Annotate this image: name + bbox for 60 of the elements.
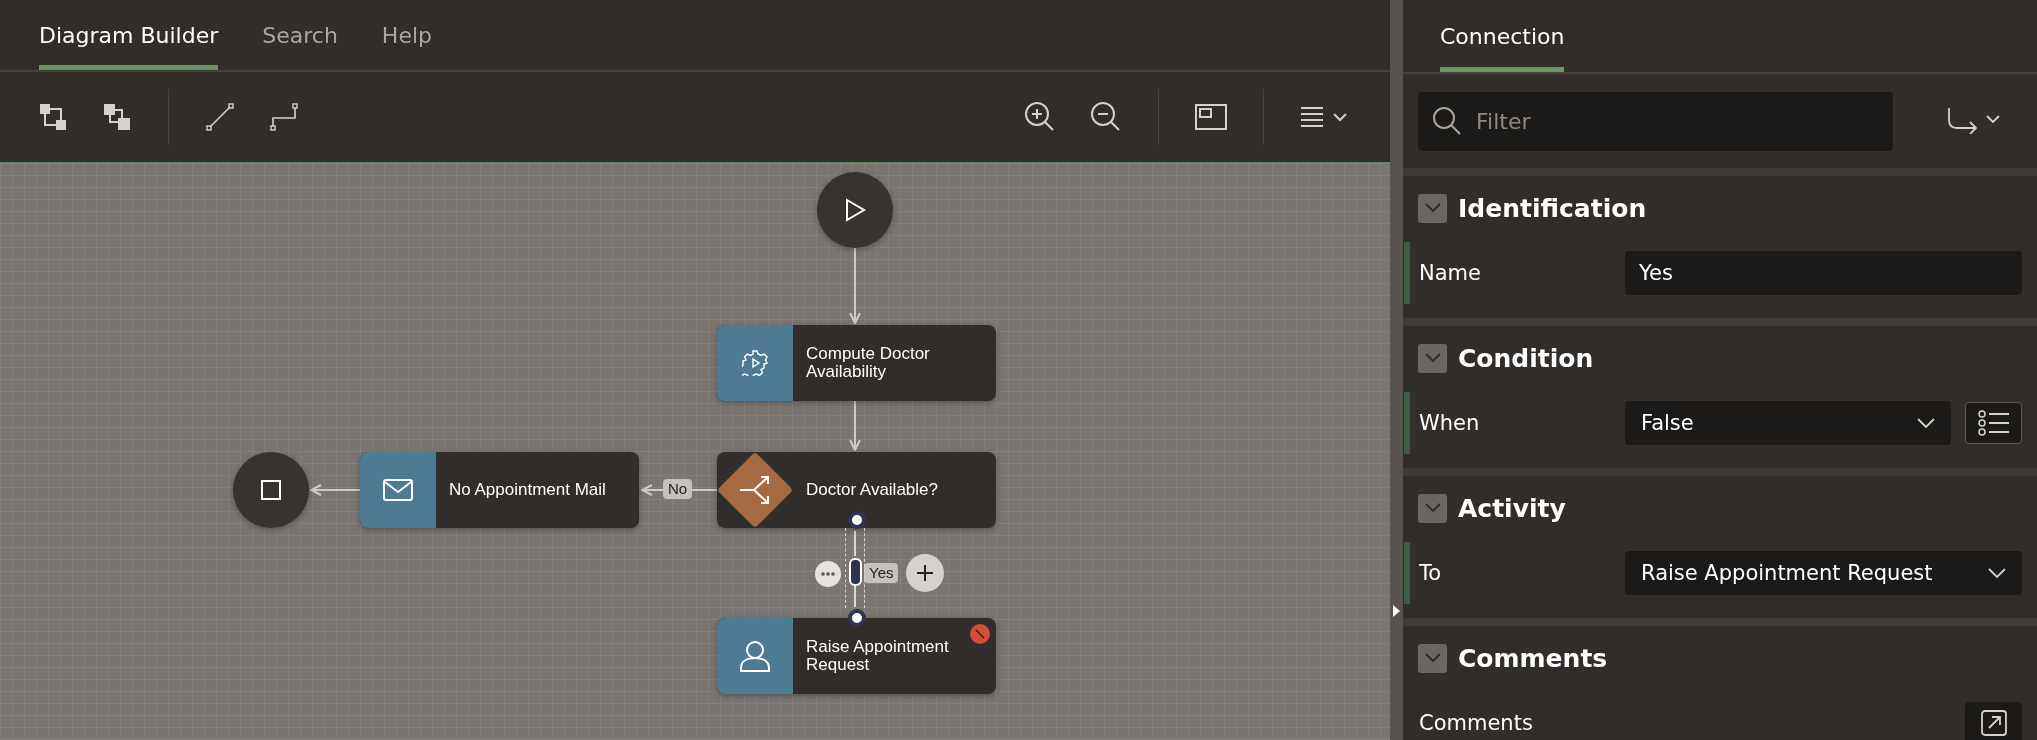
section-title: Identification xyxy=(1458,193,1647,223)
node-label: Compute Doctor Availability xyxy=(806,345,931,381)
chevron-icon xyxy=(1424,203,1441,213)
section-title: Condition xyxy=(1458,343,1594,373)
section-title: Activity xyxy=(1458,493,1566,523)
chevron-icon xyxy=(1424,503,1441,513)
chevron-icon xyxy=(1424,653,1441,663)
chevron-icon xyxy=(1917,418,1935,428)
field-label: When xyxy=(1419,411,1481,435)
select-field[interactable]: Raise Appointment Request xyxy=(1625,551,2022,595)
task-node[interactable]: No Appointment Mail xyxy=(360,452,639,528)
tab[interactable]: Help xyxy=(381,0,432,70)
search-icon xyxy=(1432,105,1462,136)
collapse-toggle[interactable] xyxy=(1418,643,1447,673)
text-field[interactable]: Yes xyxy=(1625,251,2022,295)
gear-icon xyxy=(742,350,768,376)
ellipsis-icon xyxy=(821,572,835,576)
play-icon xyxy=(844,198,866,222)
return-arrow-icon xyxy=(1947,105,2001,134)
connector-arrow[interactable] xyxy=(849,247,861,324)
chevron-icon xyxy=(1424,353,1441,363)
task-node[interactable]: Raise Appointment Request xyxy=(717,618,996,694)
tab[interactable]: Search xyxy=(262,0,338,70)
connector-line[interactable] xyxy=(854,530,856,608)
end-node[interactable] xyxy=(233,452,309,528)
tab[interactable]: Diagram Builder xyxy=(39,0,219,70)
task-node[interactable]: Compute Doctor Availability xyxy=(717,325,996,401)
branch-icon xyxy=(739,475,771,505)
collapse-toggle[interactable] xyxy=(1418,493,1447,523)
connector-label[interactable]: No xyxy=(663,479,693,499)
node-label: Doctor Available? xyxy=(806,481,938,499)
chevron-icon xyxy=(1988,568,2006,578)
node-label: Raise Appointment Request xyxy=(806,638,950,674)
field-label: Comments xyxy=(1419,711,1534,735)
open-external-icon xyxy=(1979,709,2008,737)
drag-handle[interactable] xyxy=(849,558,862,586)
connector-arrow[interactable] xyxy=(849,400,861,451)
person-icon xyxy=(740,640,770,672)
filter-field[interactable]: Filter xyxy=(1418,91,1893,151)
expand-editor-button[interactable] xyxy=(1965,702,2022,740)
field-label: To xyxy=(1419,561,1443,585)
add-button[interactable] xyxy=(906,554,944,592)
plus-icon xyxy=(916,564,934,582)
section-title: Comments xyxy=(1458,643,1608,673)
expand-arrow-icon xyxy=(1393,605,1400,617)
tab[interactable]: Connection xyxy=(1440,0,1565,72)
decision-node[interactable]: Doctor Available? xyxy=(717,452,996,528)
more-button[interactable] xyxy=(815,561,841,587)
connector-label[interactable]: Yes xyxy=(864,563,899,583)
select-field[interactable]: False xyxy=(1625,401,1951,445)
list-icon xyxy=(1977,410,2010,436)
node-label: No Appointment Mail xyxy=(449,481,606,499)
endpoint-handle[interactable] xyxy=(848,609,866,627)
start-node[interactable] xyxy=(817,172,893,248)
list-button[interactable] xyxy=(1965,402,2022,444)
envelope-icon xyxy=(383,479,413,501)
collapse-toggle[interactable] xyxy=(1418,193,1447,223)
stop-icon xyxy=(261,480,281,500)
collapse-toggle[interactable] xyxy=(1418,343,1447,373)
field-label: Name xyxy=(1419,261,1482,285)
